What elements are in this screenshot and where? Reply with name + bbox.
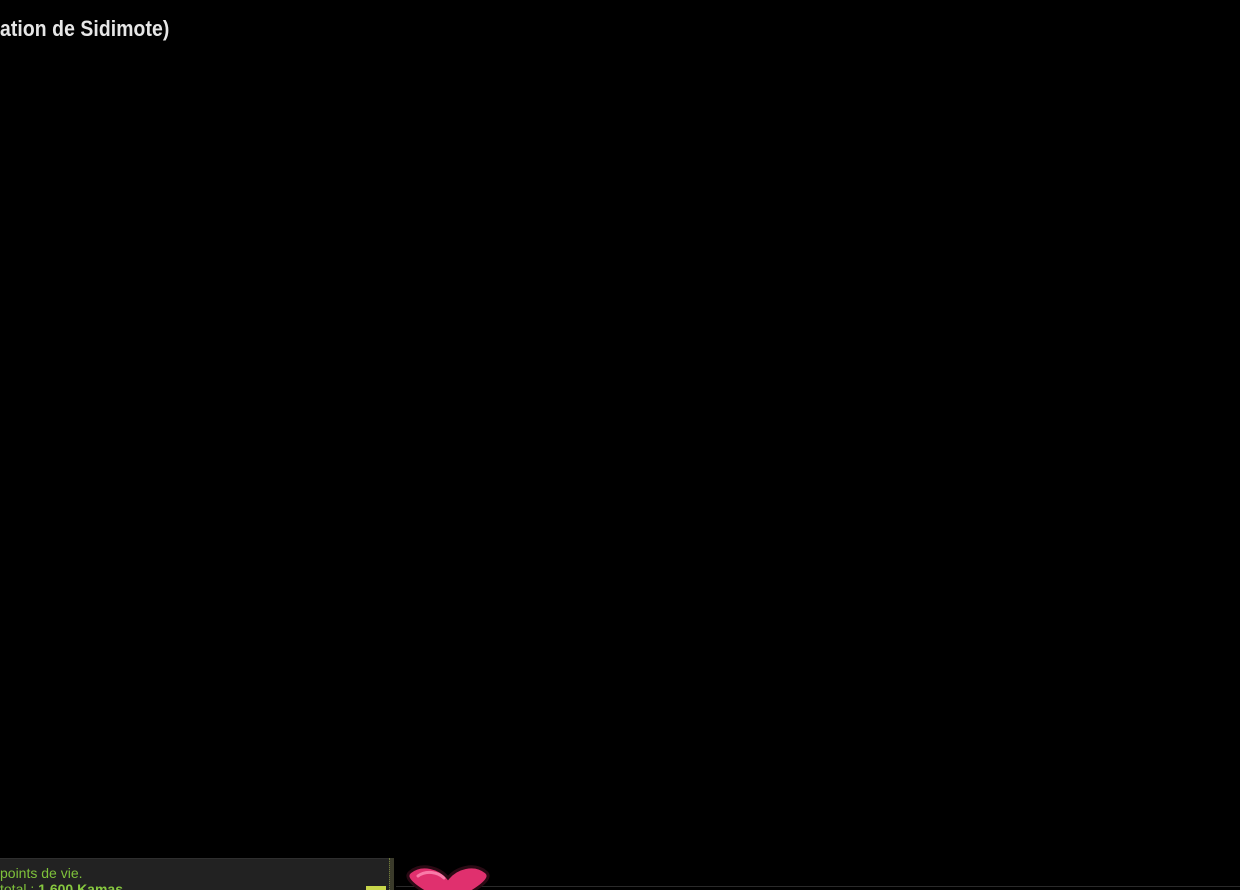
hud-divider	[396, 886, 1240, 887]
map-title: ation de Sidimote)	[0, 16, 170, 41]
chat-panel[interactable]: points de vie. total : 1 600 Kamas	[0, 858, 393, 890]
kamas-amount: 1 600 Kamas	[38, 881, 123, 890]
chat-message: points de vie.	[0, 865, 83, 881]
chat-message: total : 1 600 Kamas	[0, 881, 123, 890]
chat-scrollbar[interactable]	[389, 858, 394, 890]
game-viewport[interactable]	[0, 0, 1240, 856]
chat-message-text: total :	[0, 881, 39, 890]
chat-scroll-thumb[interactable]	[366, 886, 386, 890]
chat-message-text: points de vie.	[0, 865, 83, 881]
heart-icon[interactable]	[398, 865, 498, 890]
